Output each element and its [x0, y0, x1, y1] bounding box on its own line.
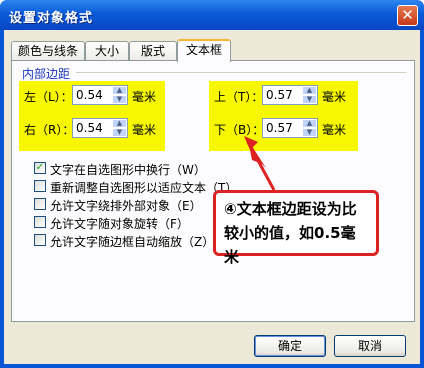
- cancel-button[interactable]: 取消: [334, 335, 406, 357]
- ok-button[interactable]: 确定: [254, 335, 326, 357]
- tab-text-box[interactable]: 文本框: [177, 39, 231, 62]
- dialog-title: 设置对象格式: [9, 11, 94, 26]
- close-button[interactable]: ✕: [397, 5, 418, 26]
- dialog-client-area: 颜色与线条 大小 版式 文本框 内部边距 左（L）： 0.54 ▲ ▼ 毫米 右（…: [4, 30, 420, 364]
- callout-line-1: ④文本框边距设为比: [224, 200, 357, 218]
- annotation-callout: ④文本框边距设为比 较小的值，如0.5毫米: [213, 190, 379, 266]
- callout-line-2: 较小的值，如0.5毫米: [224, 224, 356, 266]
- dialog-window: 设置对象格式 ✕ 颜色与线条 大小 版式 文本框 内部边距 左（L）： 0.54…: [0, 0, 424, 368]
- close-icon: ✕: [401, 6, 414, 24]
- title-bar[interactable]: 设置对象格式 ✕: [0, 0, 424, 30]
